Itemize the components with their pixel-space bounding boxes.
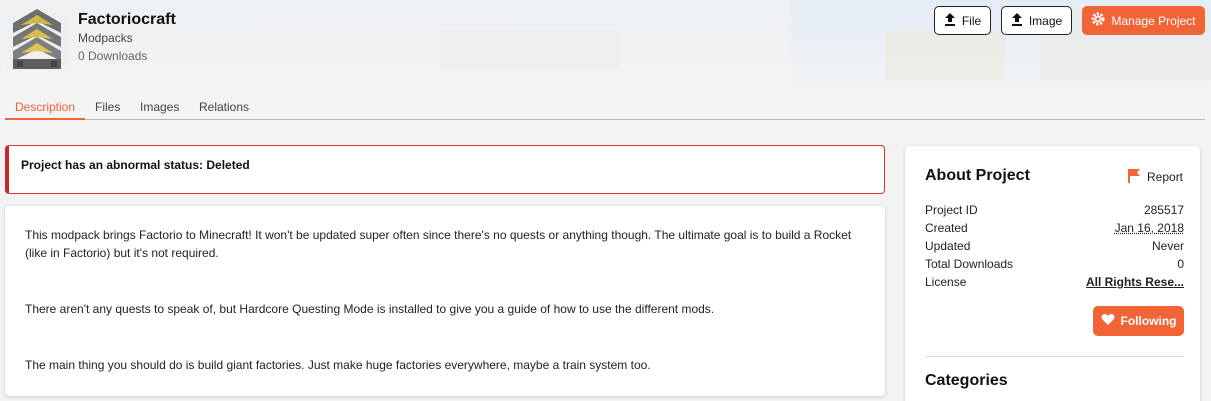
project-title: Factoriocraft: [78, 11, 176, 29]
info-label: Project ID: [925, 203, 978, 221]
manage-project-button[interactable]: Manage Project: [1082, 6, 1205, 35]
report-label: Report: [1147, 170, 1183, 184]
info-value: 0: [1177, 257, 1184, 275]
info-label: Total Downloads: [925, 257, 1013, 275]
description-paragraph: There aren't any quests to speak of, but…: [25, 300, 865, 318]
tab-description[interactable]: Description: [5, 96, 85, 120]
info-row-total-downloads: Total Downloads 0: [925, 257, 1184, 275]
upload-file-button[interactable]: File: [934, 6, 991, 35]
info-label: Updated: [925, 239, 970, 257]
description-paragraph: The main thing you should do is build gi…: [25, 356, 865, 374]
report-button[interactable]: Report: [1127, 168, 1183, 186]
gear-icon: [1091, 12, 1105, 29]
info-value: Jan 16, 2018: [1115, 221, 1184, 239]
following-button[interactable]: Following: [1093, 306, 1184, 336]
info-label: License: [925, 275, 966, 293]
flag-icon: [1127, 168, 1141, 186]
project-tabs: Description Files Images Relations: [5, 96, 1205, 120]
info-value: Never: [1152, 239, 1184, 257]
tab-relations[interactable]: Relations: [189, 96, 259, 120]
upload-image-button[interactable]: Image: [1001, 6, 1072, 35]
license-link[interactable]: All Rights Rese...: [1086, 275, 1184, 293]
tab-files[interactable]: Files: [85, 96, 130, 120]
following-label: Following: [1121, 314, 1177, 328]
heart-icon: [1101, 313, 1115, 329]
description-paragraph: This modpack brings Factorio to Minecraf…: [25, 226, 865, 262]
status-alert: Project has an abnormal status: Deleted: [5, 145, 885, 194]
upload-icon: [944, 12, 956, 29]
info-row-updated: Updated Never: [925, 239, 1184, 257]
info-label: Created: [925, 221, 968, 239]
project-downloads: 0 Downloads: [78, 49, 147, 63]
project-logo: [7, 5, 68, 71]
divider: [925, 356, 1184, 357]
upload-file-label: File: [962, 14, 981, 28]
upload-icon: [1011, 12, 1023, 29]
info-row-created: Created Jan 16, 2018: [925, 221, 1184, 239]
upload-image-label: Image: [1029, 14, 1062, 28]
info-row-project-id: Project ID 285517: [925, 203, 1184, 221]
info-row-license: License All Rights Rese...: [925, 275, 1184, 293]
project-category[interactable]: Modpacks: [78, 31, 133, 45]
info-value: 285517: [1144, 203, 1184, 221]
tab-images[interactable]: Images: [130, 96, 189, 120]
status-alert-text: Project has an abnormal status: Deleted: [21, 158, 250, 172]
about-project-panel: About Project Report Project ID 285517 C…: [905, 146, 1200, 401]
about-project-title: About Project: [925, 167, 1030, 185]
categories-title: Categories: [925, 372, 1008, 390]
manage-project-label: Manage Project: [1111, 14, 1195, 28]
description-card: This modpack brings Factorio to Minecraf…: [5, 206, 885, 396]
